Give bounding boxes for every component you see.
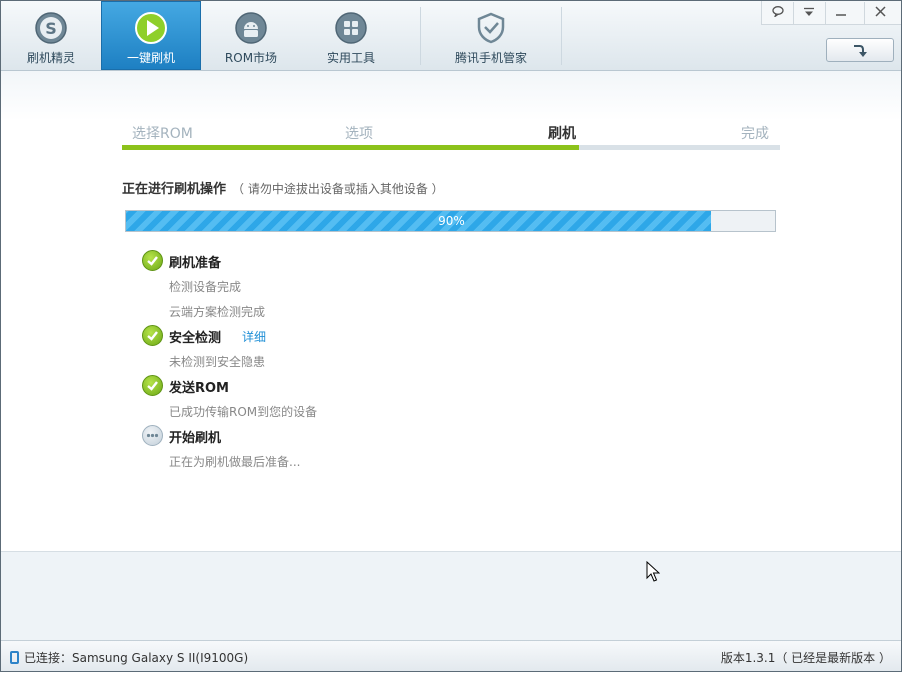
window-controls	[761, 1, 901, 25]
step-select-rom: 选择ROM	[132, 126, 193, 142]
progress-percent: 90%	[438, 214, 465, 228]
step-progress-track	[122, 145, 780, 150]
operation-hint: （ 请勿中途拔出设备或插入其他设备 ）	[232, 182, 444, 196]
pending-dots-icon	[142, 425, 163, 446]
connection-status: 已连接：Samsung Galaxy S II(I9100G)	[10, 649, 248, 666]
s-logo-icon: S	[35, 12, 67, 44]
step-progress-fill	[122, 145, 580, 150]
nav-divider	[561, 7, 562, 65]
step-complete: 完成	[741, 126, 769, 142]
lower-panel	[1, 551, 901, 640]
phone-icon	[10, 651, 19, 664]
step-options: 选项	[345, 126, 373, 142]
task-detail: 已成功传输ROM到您的设备	[169, 405, 318, 419]
feedback-button[interactable]	[762, 2, 793, 24]
curved-arrow-down-icon	[854, 45, 867, 57]
details-link[interactable]: 详细	[242, 328, 266, 345]
check-circle-icon	[142, 375, 163, 396]
app-window: S 刷机精灵 一键刷机 ROM市场 实用工具 腾讯手机管家 选择ROM 选项 刷…	[0, 0, 902, 672]
operation-title: 正在进行刷机操作	[122, 182, 227, 197]
android-icon	[235, 12, 267, 44]
operation-heading: 正在进行刷机操作 （ 请勿中途拔出设备或插入其他设备 ）	[122, 178, 444, 197]
task-detail: 检测设备完成	[169, 280, 242, 294]
minimize-button[interactable]	[825, 2, 856, 24]
task-name: 开始刷机	[169, 431, 222, 446]
tab-tencent-manager[interactable]: 腾讯手机管家	[421, 1, 561, 70]
tab-label: 一键刷机	[126, 51, 175, 65]
step-indicator: 选择ROM 选项 刷机 完成	[122, 123, 780, 150]
connection-text: 已连接：Samsung Galaxy S II(I9100G)	[24, 651, 249, 665]
menu-button[interactable]	[793, 2, 824, 24]
task-name: 发送ROM	[169, 381, 229, 396]
flash-progress-panel: 选择ROM 选项 刷机 完成 正在进行刷机操作 （ 请勿中途拔出设备或插入其他设备…	[1, 71, 901, 551]
task-detail: 未检测到安全隐患	[169, 355, 266, 369]
menu-down-icon	[804, 7, 814, 16]
tab-label: 实用工具	[326, 51, 375, 65]
task-detail: 正在为刷机做最后准备...	[169, 455, 301, 469]
speech-bubble-icon	[771, 6, 784, 19]
top-navigation-bar: S 刷机精灵 一键刷机 ROM市场 实用工具 腾讯手机管家	[1, 1, 901, 71]
close-button[interactable]	[864, 2, 895, 24]
tab-label: 刷机精灵	[26, 51, 75, 65]
tab-rom-market[interactable]: ROM市场	[201, 1, 301, 70]
task-detail: 云端方案检测完成	[169, 305, 266, 319]
play-icon	[135, 12, 167, 44]
close-icon	[874, 6, 886, 17]
task-name: 刷机准备	[169, 256, 222, 271]
tab-flash-wizard[interactable]: S 刷机精灵	[1, 1, 101, 70]
tab-one-click-flash[interactable]: 一键刷机	[101, 1, 201, 70]
check-circle-icon	[142, 325, 163, 346]
version-info: 版本1.3.1（ 已经是最新版本 ）	[720, 651, 891, 665]
tab-utilities[interactable]: 实用工具	[301, 1, 401, 70]
svg-text:S: S	[45, 19, 57, 38]
redirect-button[interactable]	[826, 38, 894, 62]
shield-check-icon	[477, 12, 505, 44]
task-name: 安全检测	[169, 331, 222, 346]
tab-label: ROM市场	[224, 51, 278, 65]
check-circle-icon	[142, 250, 163, 271]
flash-progress-bar: 90%	[125, 210, 776, 232]
grid-icon	[335, 12, 367, 44]
step-flash: 刷机	[548, 126, 576, 142]
tab-label: 腾讯手机管家	[454, 51, 527, 65]
mouse-cursor-icon	[646, 561, 660, 582]
minimize-icon	[836, 14, 846, 16]
status-bar: 已连接：Samsung Galaxy S II(I9100G) 版本1.3.1（…	[1, 640, 901, 671]
